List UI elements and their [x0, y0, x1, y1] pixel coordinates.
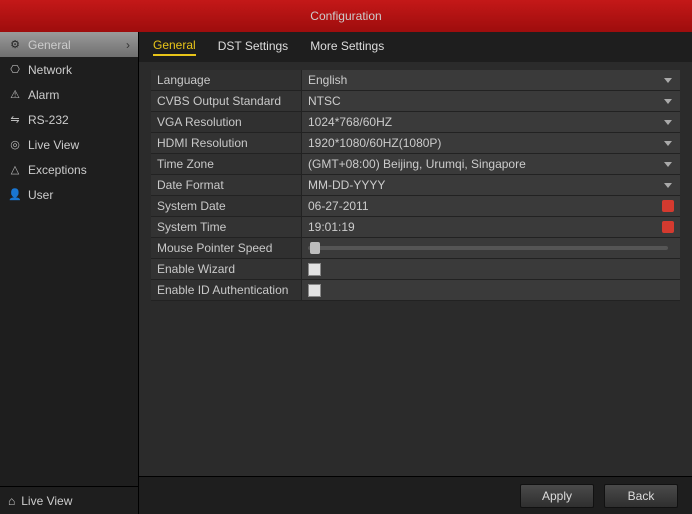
main: General DST Settings More Settings Langu…	[138, 32, 692, 514]
value-cvbs: NTSC	[308, 94, 341, 108]
sidebar-item-liveview[interactable]: ◎ Live View	[0, 132, 138, 157]
footer: Apply Back	[139, 476, 692, 514]
label-tz: Time Zone	[151, 157, 301, 171]
row-systime: System Time 19:01:19	[151, 217, 680, 238]
sidebar-bottom-liveview[interactable]: ⌂ Live View	[0, 486, 138, 514]
calendar-icon[interactable]	[662, 200, 674, 212]
field-datefmt[interactable]: MM-DD-YYYY	[301, 175, 680, 195]
sidebar-item-alarm[interactable]: ⚠ Alarm	[0, 82, 138, 107]
value-vga: 1024*768/60HZ	[308, 115, 392, 129]
apply-button[interactable]: Apply	[520, 484, 594, 508]
row-language: Language English	[151, 70, 680, 91]
window-title: Configuration	[310, 9, 381, 23]
row-hdmi: HDMI Resolution 1920*1080/60HZ(1080P)	[151, 133, 680, 154]
field-idauth	[301, 280, 680, 300]
home-icon: ⌂	[8, 494, 15, 508]
user-icon: 👤	[8, 188, 22, 202]
field-mouse[interactable]	[301, 238, 680, 258]
value-sysdate: 06-27-2011	[308, 199, 369, 213]
serial-icon: ⇋	[8, 113, 22, 127]
row-datefmt: Date Format MM-DD-YYYY	[151, 175, 680, 196]
field-sysdate[interactable]: 06-27-2011	[301, 196, 680, 216]
sidebar: ⚙ General › ⎔ Network ⚠ Alarm ⇋ RS-232 ◎…	[0, 32, 138, 514]
label-language: Language	[151, 73, 301, 87]
value-tz: (GMT+08:00) Beijing, Urumqi, Singapore	[308, 157, 526, 171]
sidebar-item-label: Network	[28, 63, 72, 77]
row-mouse: Mouse Pointer Speed	[151, 238, 680, 259]
sidebar-item-label: RS-232	[28, 113, 69, 127]
field-wizard	[301, 259, 680, 279]
row-vga: VGA Resolution 1024*768/60HZ	[151, 112, 680, 133]
sidebar-item-label: Alarm	[28, 88, 59, 102]
sidebar-bottom-label: Live View	[21, 494, 72, 508]
sidebar-item-exceptions[interactable]: △ Exceptions	[0, 157, 138, 182]
tab-dst[interactable]: DST Settings	[218, 39, 288, 55]
field-systime[interactable]: 19:01:19	[301, 217, 680, 237]
sidebar-item-rs232[interactable]: ⇋ RS-232	[0, 107, 138, 132]
row-tz: Time Zone (GMT+08:00) Beijing, Urumqi, S…	[151, 154, 680, 175]
sidebar-item-label: Exceptions	[28, 163, 87, 177]
sidebar-item-general[interactable]: ⚙ General ›	[0, 32, 138, 57]
value-language: English	[308, 73, 347, 87]
chevron-right-icon: ›	[126, 38, 130, 52]
value-datefmt: MM-DD-YYYY	[308, 178, 385, 192]
eye-icon: ◎	[8, 138, 22, 152]
alarm-icon: ⚠	[8, 88, 22, 102]
field-hdmi[interactable]: 1920*1080/60HZ(1080P)	[301, 133, 680, 153]
back-button[interactable]: Back	[604, 484, 678, 508]
row-idauth: Enable ID Authentication	[151, 280, 680, 301]
sidebar-spacer	[0, 207, 138, 486]
sidebar-item-label: General	[28, 38, 71, 52]
value-systime: 19:01:19	[308, 220, 355, 234]
field-vga[interactable]: 1024*768/60HZ	[301, 112, 680, 132]
label-wizard: Enable Wizard	[151, 262, 301, 276]
label-datefmt: Date Format	[151, 178, 301, 192]
wizard-checkbox[interactable]	[308, 263, 321, 276]
network-icon: ⎔	[8, 63, 22, 77]
tabs: General DST Settings More Settings	[139, 32, 692, 62]
warning-icon: △	[8, 163, 22, 177]
tab-more[interactable]: More Settings	[310, 39, 384, 55]
idauth-checkbox[interactable]	[308, 284, 321, 297]
clock-icon[interactable]	[662, 221, 674, 233]
label-sysdate: System Date	[151, 199, 301, 213]
row-cvbs: CVBS Output Standard NTSC	[151, 91, 680, 112]
label-idauth: Enable ID Authentication	[151, 283, 301, 297]
sidebar-item-label: User	[28, 188, 53, 202]
sidebar-item-user[interactable]: 👤 User	[0, 182, 138, 207]
content: Language English CVBS Output Standard NT…	[139, 62, 692, 476]
label-vga: VGA Resolution	[151, 115, 301, 129]
slider-thumb[interactable]	[310, 242, 320, 254]
config-window: Configuration ⚙ General › ⎔ Network ⚠ Al…	[0, 0, 692, 514]
mouse-speed-slider[interactable]	[308, 246, 668, 250]
field-language[interactable]: English	[301, 70, 680, 90]
label-hdmi: HDMI Resolution	[151, 136, 301, 150]
field-tz[interactable]: (GMT+08:00) Beijing, Urumqi, Singapore	[301, 154, 680, 174]
titlebar: Configuration	[0, 0, 692, 32]
label-cvbs: CVBS Output Standard	[151, 94, 301, 108]
row-wizard: Enable Wizard	[151, 259, 680, 280]
field-cvbs[interactable]: NTSC	[301, 91, 680, 111]
sidebar-item-label: Live View	[28, 138, 79, 152]
label-mouse: Mouse Pointer Speed	[151, 241, 301, 255]
sidebar-item-network[interactable]: ⎔ Network	[0, 57, 138, 82]
value-hdmi: 1920*1080/60HZ(1080P)	[308, 136, 441, 150]
label-systime: System Time	[151, 220, 301, 234]
row-sysdate: System Date 06-27-2011	[151, 196, 680, 217]
tab-general[interactable]: General	[153, 38, 196, 56]
body: ⚙ General › ⎔ Network ⚠ Alarm ⇋ RS-232 ◎…	[0, 32, 692, 514]
gear-icon: ⚙	[8, 38, 22, 52]
